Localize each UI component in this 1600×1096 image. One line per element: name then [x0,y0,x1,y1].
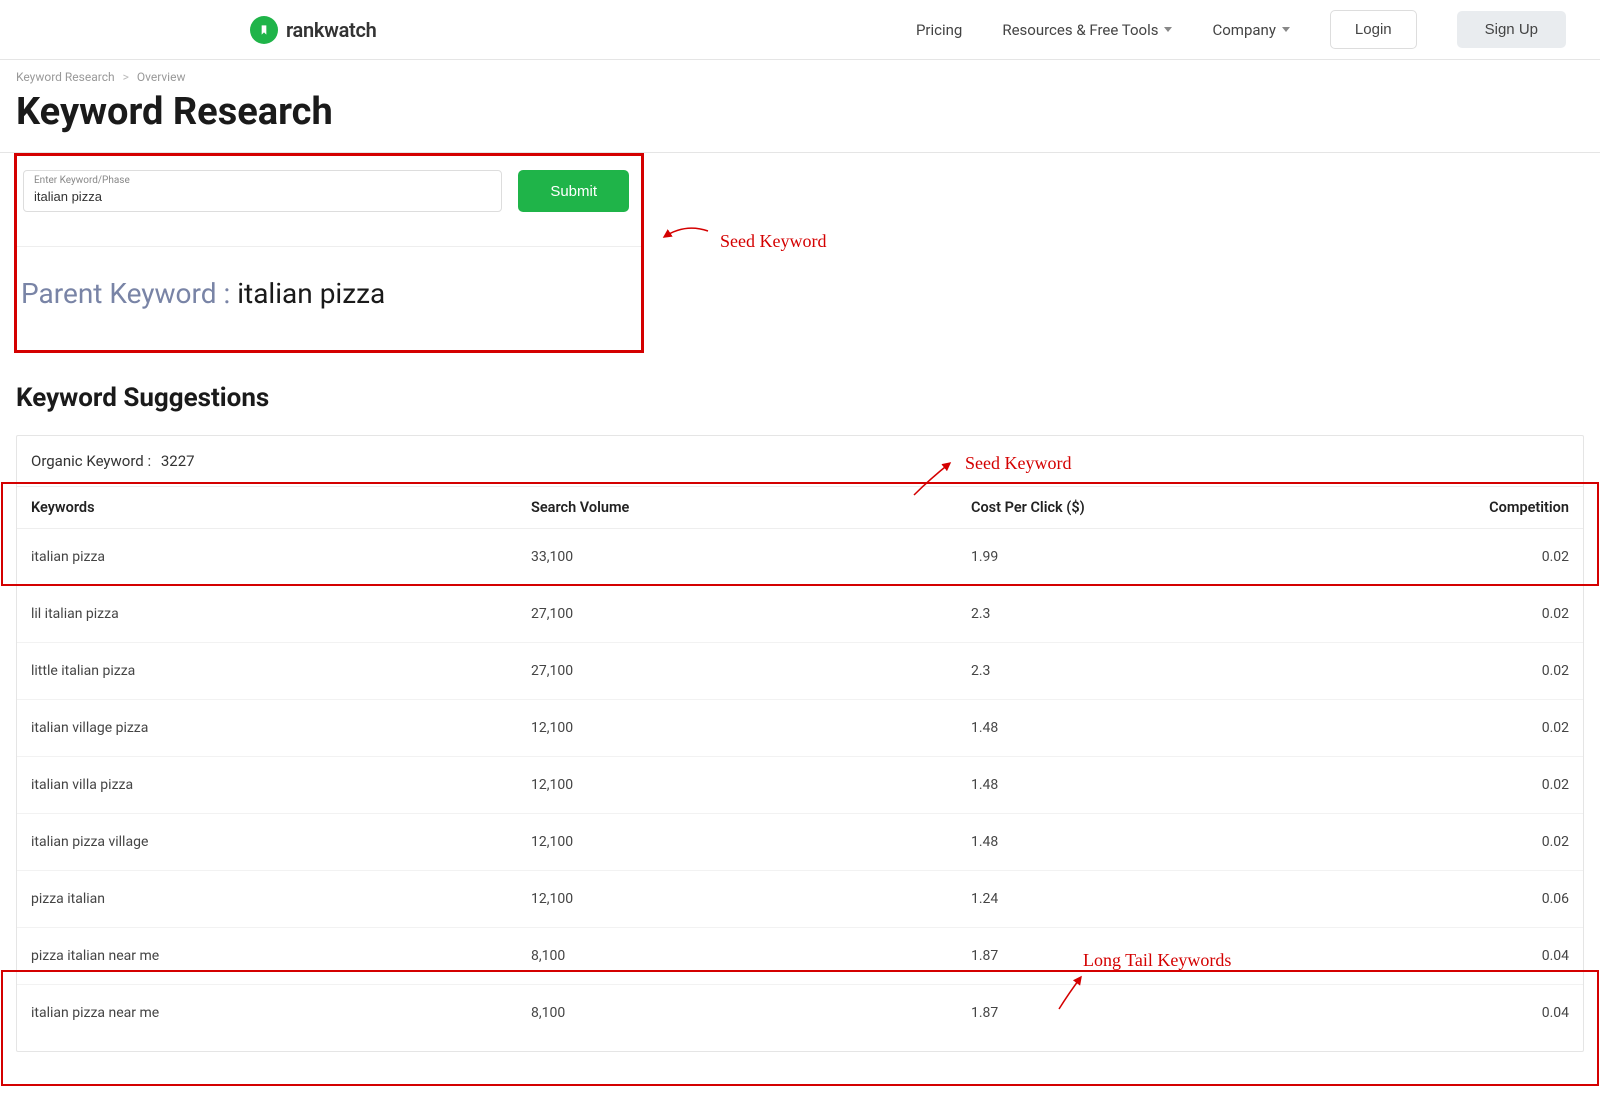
cell-competition: 0.04 [1461,948,1569,964]
table-row[interactable]: lil italian pizza27,1002.30.02 [17,586,1583,643]
cell-keyword: italian villa pizza [31,777,531,793]
cell-keyword: italian pizza village [31,834,531,850]
cell-cpc: 2.3 [971,663,1461,679]
keyword-search-row: Enter Keyword/Phase Submit [17,156,641,222]
nav-company[interactable]: Company [1212,21,1289,39]
cell-search-volume: 12,100 [531,777,971,793]
chevron-down-icon [1164,27,1172,32]
cell-search-volume: 27,100 [531,663,971,679]
top-navigation: rankwatch Pricing Resources & Free Tools… [0,0,1600,60]
table-body: italian pizza33,1001.990.02lil italian p… [17,529,1583,1041]
header-search-volume: Search Volume [531,499,971,516]
cell-keyword: italian pizza [31,549,531,565]
cell-keyword: italian pizza near me [31,1005,531,1021]
table-row[interactable]: italian pizza near me8,1001.870.04 [17,985,1583,1041]
header-cpc: Cost Per Click ($) [971,499,1461,516]
cell-competition: 0.02 [1461,834,1569,850]
content-area: Enter Keyword/Phase Submit Parent Keywor… [0,152,1600,1052]
annotation-arrow-icon [660,219,710,243]
cell-cpc: 1.48 [971,720,1461,736]
keyword-input[interactable] [34,189,491,204]
table-row[interactable]: italian pizza village12,1001.480.02 [17,814,1583,871]
cell-keyword: pizza italian near me [31,948,531,964]
login-button[interactable]: Login [1330,10,1417,49]
cell-competition: 0.02 [1461,777,1569,793]
cell-competition: 0.06 [1461,891,1569,907]
nav-resources-label: Resources & Free Tools [1002,21,1158,39]
cell-cpc: 1.48 [971,834,1461,850]
cell-search-volume: 8,100 [531,948,971,964]
breadcrumb-separator: > [123,70,129,84]
keyword-input-wrap[interactable]: Enter Keyword/Phase [23,170,502,212]
annotation-arrow-icon [1055,973,1085,1013]
cell-search-volume: 12,100 [531,891,971,907]
cell-search-volume: 12,100 [531,720,971,736]
nav-items: Pricing Resources & Free Tools Company L… [916,10,1580,49]
cell-search-volume: 8,100 [531,1005,971,1021]
cell-cpc: 1.48 [971,777,1461,793]
cell-keyword: italian village pizza [31,720,531,736]
breadcrumb-item[interactable]: Overview [137,70,186,84]
organic-label: Organic Keyword : [31,452,151,470]
annotation-long-tail: Long Tail Keywords [1083,950,1231,971]
parent-keyword-label: Parent Keyword : [21,277,237,310]
cell-cpc: 1.99 [971,549,1461,565]
cell-competition: 0.02 [1461,549,1569,565]
organic-count: 3227 [161,452,195,470]
annotation-arrow-icon [910,459,954,499]
suggestions-card: Organic Keyword : 3227 Keywords Search V… [16,435,1584,1052]
table-row[interactable]: pizza italian12,1001.240.06 [17,871,1583,928]
header-keywords: Keywords [31,499,531,516]
page-title: Keyword Research [0,90,1600,152]
annotation-seed-keyword-2: Seed Keyword [965,453,1071,474]
cell-search-volume: 33,100 [531,549,971,565]
table-row[interactable]: italian pizza33,1001.990.02 [17,529,1583,586]
organic-keyword-count-row: Organic Keyword : 3227 [17,436,1583,486]
cell-cpc: 2.3 [971,606,1461,622]
nav-pricing[interactable]: Pricing [916,21,962,39]
chevron-down-icon [1282,27,1290,32]
nav-company-label: Company [1212,21,1275,39]
parent-keyword-row: Parent Keyword : italian pizza [17,246,641,310]
breadcrumb-item[interactable]: Keyword Research [16,70,115,84]
cell-search-volume: 27,100 [531,606,971,622]
cell-competition: 0.02 [1461,606,1569,622]
submit-button[interactable]: Submit [518,170,629,212]
cell-keyword: little italian pizza [31,663,531,679]
cell-search-volume: 12,100 [531,834,971,850]
seed-keyword-box: Enter Keyword/Phase Submit Parent Keywor… [14,153,644,353]
signup-button[interactable]: Sign Up [1457,11,1566,48]
nav-resources[interactable]: Resources & Free Tools [1002,21,1172,39]
cell-competition: 0.04 [1461,1005,1569,1021]
table-row[interactable]: italian village pizza12,1001.480.02 [17,700,1583,757]
cell-competition: 0.02 [1461,663,1569,679]
cell-keyword: lil italian pizza [31,606,531,622]
cell-competition: 0.02 [1461,720,1569,736]
brand-text: rankwatch [286,18,376,42]
cell-cpc: 1.24 [971,891,1461,907]
cell-keyword: pizza italian [31,891,531,907]
keyword-suggestions-title: Keyword Suggestions [0,353,1600,435]
annotation-seed-keyword: Seed Keyword [720,231,826,252]
brand-logo[interactable]: rankwatch [250,16,376,44]
cell-cpc: 1.87 [971,1005,1461,1021]
table-row[interactable]: pizza italian near me8,1001.870.04 [17,928,1583,985]
parent-keyword-value: italian pizza [237,277,385,310]
keyword-input-label: Enter Keyword/Phase [34,175,491,186]
breadcrumb: Keyword Research > Overview [0,60,1600,90]
logo-icon [250,16,278,44]
table-row[interactable]: little italian pizza27,1002.30.02 [17,643,1583,700]
table-row[interactable]: italian villa pizza12,1001.480.02 [17,757,1583,814]
table-header: Keywords Search Volume Cost Per Click ($… [17,486,1583,529]
header-competition: Competition [1461,499,1569,516]
